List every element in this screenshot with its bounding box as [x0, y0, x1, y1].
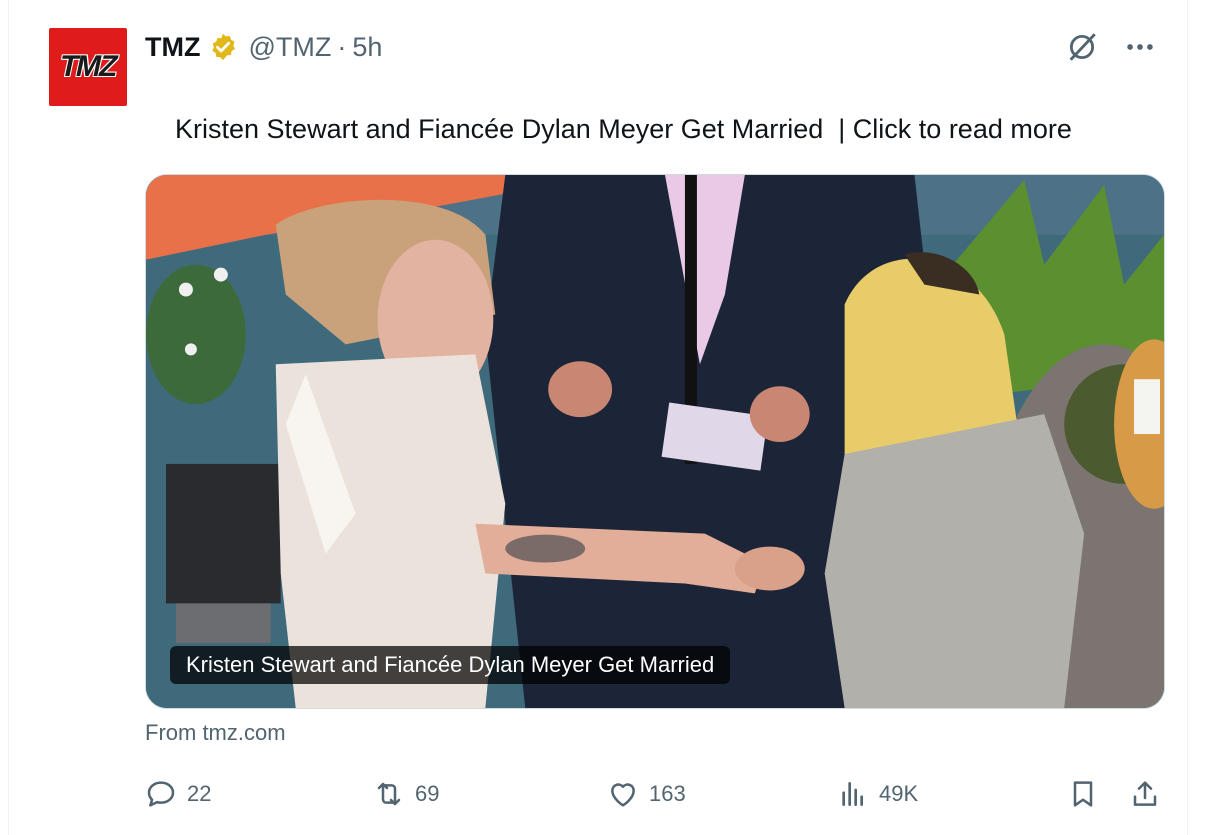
post-time[interactable]: 5h: [352, 32, 382, 63]
avatar[interactable]: TMZ: [49, 28, 127, 106]
reply-button[interactable]: 22: [145, 772, 211, 816]
view-count: 49K: [879, 781, 919, 806]
bookmark-icon: [1073, 781, 1093, 807]
repost-count: 69: [415, 781, 440, 806]
more-icon[interactable]: [1123, 30, 1157, 64]
wedding-photo: [146, 175, 1164, 708]
separator-dot: ·: [337, 31, 347, 62]
reply-icon: [147, 781, 175, 807]
account-handle[interactable]: @TMZ: [248, 32, 331, 63]
views-icon: [842, 782, 863, 806]
heart-icon: [611, 783, 635, 807]
verified-badge-icon[interactable]: [208, 32, 238, 62]
link-card-image[interactable]: Kristen Stewart and Fiancée Dylan Meyer …: [145, 174, 1165, 709]
views-button[interactable]: 49K: [837, 772, 918, 816]
tweet-header: TMZ @TMZ · 5h: [145, 30, 382, 64]
reply-count: 22: [187, 781, 212, 806]
like-button[interactable]: 163: [607, 772, 686, 816]
tweet-text-body: Kristen Stewart and Fiancée Dylan Meyer …: [175, 114, 1072, 144]
link-source[interactable]: From tmz.com: [145, 720, 286, 746]
share-button[interactable]: [1129, 772, 1161, 816]
repost-button[interactable]: 69: [373, 772, 439, 816]
share-icon: [1133, 781, 1157, 806]
tweet-card[interactable]: TMZ TMZ @TMZ · 5h Kristen Stewart and Fi…: [8, 0, 1188, 835]
grok-icon[interactable]: [1065, 30, 1099, 64]
tweet-top-actions: [1065, 30, 1157, 64]
tweet-actions-bar: 22 69 163 49K: [145, 772, 1165, 816]
bookmark-button[interactable]: [1067, 772, 1099, 816]
repost-icon: [377, 782, 401, 806]
account-name[interactable]: TMZ: [145, 32, 200, 63]
like-count: 163: [649, 781, 686, 806]
link-card-caption: Kristen Stewart and Fiancée Dylan Meyer …: [170, 646, 731, 684]
avatar-logo-text: TMZ: [56, 50, 120, 83]
